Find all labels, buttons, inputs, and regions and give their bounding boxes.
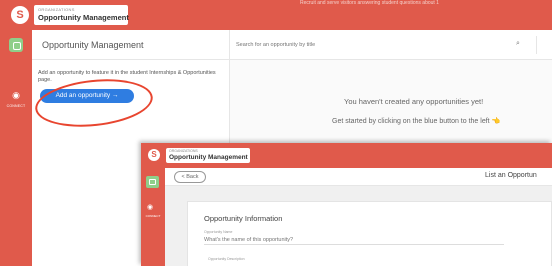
overlay-top-bar: S ORGANIZATIONS Opportunity Management — [141, 143, 552, 168]
overlay-sidebar-connect-label[interactable]: CONNECT — [142, 214, 164, 218]
org-small-label: ORGANIZATIONS — [38, 7, 75, 12]
empty-state-title: You haven't created any opportunities ye… — [344, 97, 484, 106]
overlay-screenshot: S ORGANIZATIONS Opportunity Management ◉… — [141, 143, 552, 266]
sidebar-item-opportunities-icon[interactable] — [9, 38, 23, 52]
back-button[interactable]: < Back — [174, 171, 206, 183]
top-bar: S ORGANIZATIONS Opportunity Management R… — [0, 0, 552, 30]
connect-icon[interactable]: ◉ — [9, 88, 23, 102]
opportunity-name-label: Opportunity Name — [204, 230, 233, 234]
search-input[interactable] — [236, 39, 486, 51]
opportunity-info-card: Opportunity Information Opportunity Name… — [187, 201, 552, 266]
search-bar: ⌕ — [230, 30, 552, 60]
card-title: Opportunity Information — [204, 214, 283, 223]
overlay-sidebar: ◉ CONNECT — [141, 168, 165, 266]
overlay-org-small-label: ORGANIZATIONS — [169, 149, 198, 153]
overlay-org-title: Opportunity Management — [169, 154, 248, 161]
opportunity-name-field[interactable] — [204, 235, 504, 245]
overlay-connect-icon[interactable]: ◉ — [147, 203, 153, 211]
panel-header: Opportunity Management — [32, 30, 230, 60]
organization-switcher[interactable]: ORGANIZATIONS Opportunity Management — [34, 5, 129, 25]
overlay-app-logo-icon[interactable]: S — [148, 149, 160, 161]
opportunity-description-label: Opportunity Description — [208, 257, 245, 261]
overlay-header: < Back List an Opportun — [165, 168, 552, 186]
empty-state-subtitle: Get started by clicking on the blue butt… — [332, 118, 501, 125]
top-notice: Recruit and serve visitors answering stu… — [300, 0, 439, 6]
search-icon[interactable]: ⌕ — [516, 40, 520, 48]
sidebar: ◉ CONNECT — [0, 30, 32, 266]
sidebar-item-connect-label[interactable]: CONNECT — [2, 104, 30, 108]
org-title: Opportunity Management — [38, 13, 129, 22]
overlay-page-title: List an Opportun — [485, 172, 537, 179]
panel-title: Opportunity Management — [42, 40, 144, 50]
app-logo-icon[interactable]: S — [11, 6, 29, 24]
divider — [536, 36, 537, 54]
overlay-content: Opportunity Information Opportunity Name… — [165, 186, 552, 266]
overlay-organization-switcher[interactable]: ORGANIZATIONS Opportunity Management — [166, 148, 250, 163]
overlay-sidebar-opportunities-icon[interactable] — [146, 176, 159, 188]
